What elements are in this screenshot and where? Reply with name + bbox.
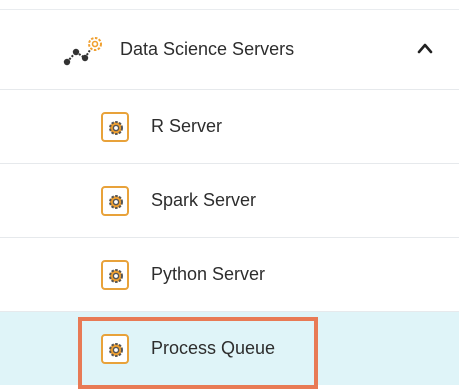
submenu-item-r-server[interactable]: R Server <box>0 90 459 164</box>
submenu-item-label: Spark Server <box>151 190 257 210</box>
server-gear-icon <box>101 185 129 216</box>
submenu-item-python-server[interactable]: Python Server <box>0 238 459 312</box>
submenu-item-process-queue[interactable]: Process Queue <box>0 312 459 385</box>
menu-item-data-science-servers[interactable]: Data Science Servers <box>0 10 459 90</box>
menu-item-label: Data Science Servers <box>120 39 295 59</box>
server-gear-icon <box>101 111 129 142</box>
submenu-item-label: Process Queue <box>151 338 276 358</box>
chevron-up-icon[interactable] <box>416 41 434 55</box>
data-science-network-icon <box>63 37 102 66</box>
submenu-item-spark-server[interactable]: Spark Server <box>0 164 459 238</box>
server-gear-icon <box>101 259 129 290</box>
submenu-item-label: R Server <box>151 116 223 136</box>
server-gear-icon <box>101 333 129 364</box>
submenu-item-label: Python Server <box>151 264 266 284</box>
